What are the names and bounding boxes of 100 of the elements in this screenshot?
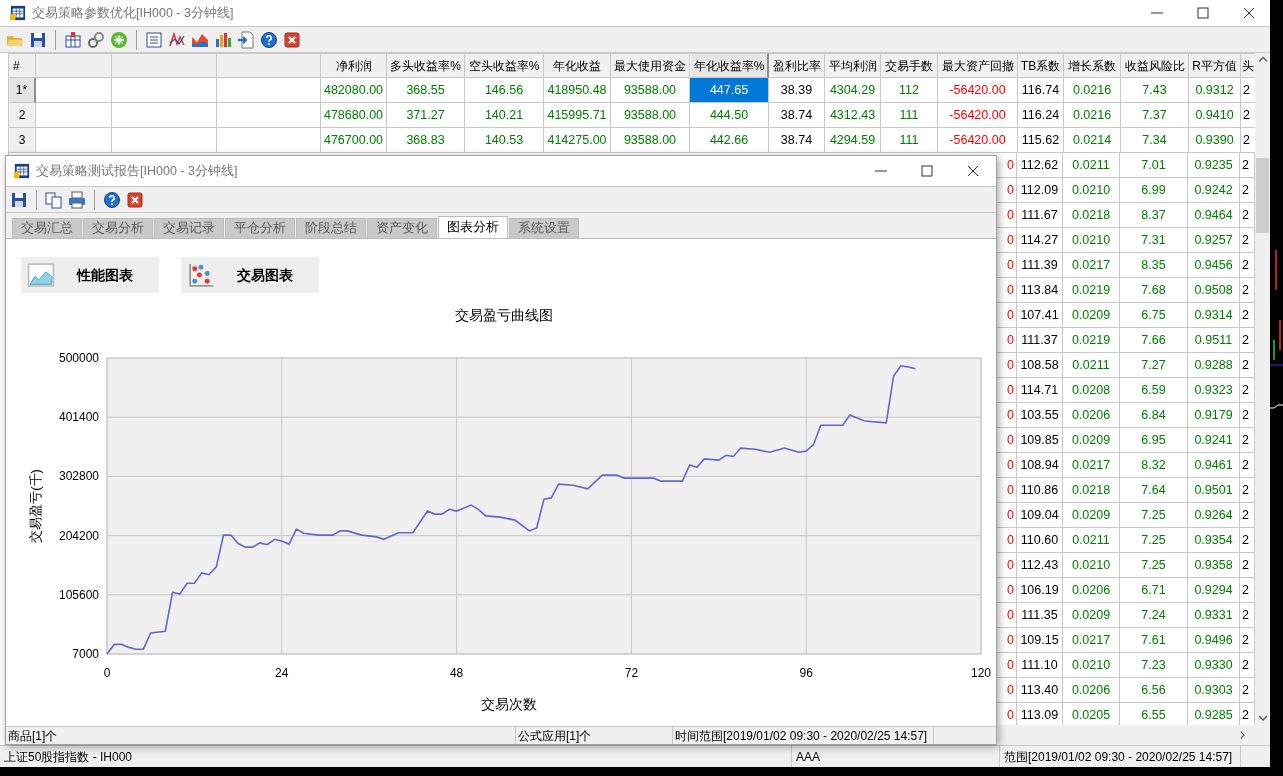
table-cell: 0 — [997, 203, 1017, 228]
table-cell: 7.66 — [1120, 328, 1188, 353]
line-chart-icon[interactable] — [168, 30, 186, 49]
column-header[interactable]: # — [9, 53, 36, 78]
tab[interactable]: 交易分析 — [83, 218, 153, 238]
column-header[interactable]: 交易手数 — [881, 53, 938, 78]
table-cell: 111.37 — [1017, 328, 1063, 353]
chart-button[interactable]: 性能图表 — [21, 257, 159, 293]
chart-button[interactable]: 交易图表 — [181, 257, 319, 293]
table-cell: 447.65 — [690, 78, 769, 103]
table-cell: 38.74 — [769, 128, 825, 153]
column-header[interactable]: 年化收益 — [544, 53, 611, 78]
table-cell: 0.0217 — [1063, 628, 1120, 653]
help-icon[interactable] — [103, 190, 121, 209]
column-header[interactable]: 空头收益率% — [465, 53, 544, 78]
save-icon[interactable] — [29, 30, 47, 49]
asterisk-icon[interactable] — [110, 30, 128, 49]
list-icon[interactable] — [145, 30, 163, 49]
table-cell: 0.9264 — [1188, 503, 1240, 528]
close-icon[interactable] — [126, 190, 144, 209]
table-cell: 0.0217 — [1063, 253, 1120, 278]
table-cell: 93588.00 — [611, 103, 690, 128]
axis-tick-label: 302800 — [58, 469, 99, 484]
column-header[interactable]: 增长系数 — [1064, 53, 1121, 78]
table-chart-icon[interactable] — [64, 30, 82, 49]
export-icon[interactable] — [237, 30, 255, 49]
table-cell: 2 — [1240, 428, 1255, 453]
table-cell: 111 — [881, 128, 938, 153]
table-cell: 38.74 — [769, 103, 825, 128]
maximize-icon[interactable] — [1194, 4, 1212, 22]
table-cell: 0.9242 — [1188, 178, 1240, 203]
table-cell: 0.0209 — [1063, 503, 1120, 528]
table-cell: 2 — [1240, 453, 1255, 478]
chain-link-icon[interactable] — [87, 30, 105, 49]
help-icon[interactable] — [260, 30, 278, 49]
table-cell: 112.43 — [1017, 553, 1063, 578]
tab[interactable]: 阶段总结 — [296, 218, 366, 238]
table-cell: 0.9235 — [1188, 153, 1240, 178]
tab[interactable]: 交易记录 — [154, 218, 224, 238]
copy-icon[interactable] — [45, 190, 63, 209]
scrollbar-thumb[interactable] — [1256, 158, 1269, 233]
bar-chart-icon[interactable] — [214, 30, 232, 49]
table-cell: 4304.29 — [825, 78, 881, 103]
status-text: 商品[1]个 — [6, 727, 516, 744]
tab[interactable]: 系统设置 — [509, 218, 579, 238]
table-cell: 0.9314 — [1188, 303, 1240, 328]
table-cell: 7.61 — [1120, 628, 1188, 653]
save-icon[interactable] — [10, 190, 28, 209]
tab[interactable]: 资产变化 — [367, 218, 437, 238]
table-cell: 112 — [881, 78, 938, 103]
table-cell: 140.53 — [465, 128, 544, 153]
table-cell: 109.04 — [1017, 503, 1063, 528]
area-chart-icon — [25, 261, 57, 289]
axis-tick-label: 401400 — [58, 410, 99, 425]
column-header[interactable]: 最大资产回撤 — [938, 53, 1018, 78]
table-cell: 2 — [1240, 478, 1255, 503]
table-cell: 415995.71 — [544, 103, 611, 128]
column-header[interactable]: R平方值 — [1189, 53, 1241, 78]
table-cell: 2 — [1240, 553, 1255, 578]
column-header[interactable]: 头 — [1241, 53, 1255, 78]
table-cell: 4312.43 — [825, 103, 881, 128]
table-cell: 6.84 — [1120, 403, 1188, 428]
column-header[interactable]: 平均利润 — [825, 53, 881, 78]
vertical-scrollbar[interactable] — [1255, 53, 1270, 725]
tab[interactable]: 图表分析 — [438, 216, 508, 238]
scroll-right-icon[interactable] — [1238, 728, 1248, 742]
column-header[interactable]: 年化收益率% — [690, 53, 769, 78]
column-header[interactable]: 收益风险比 — [1121, 53, 1189, 78]
table-cell: 7.23 — [1120, 653, 1188, 678]
table-cell: 0.0209 — [1063, 303, 1120, 328]
status-text: 上证50股指指数 - IH000 — [0, 746, 792, 767]
column-header[interactable]: TB系数 — [1018, 53, 1064, 78]
tab[interactable]: 平仓分析 — [225, 218, 295, 238]
table-cell: 0 — [997, 153, 1017, 178]
close-icon[interactable] — [283, 30, 301, 49]
table-cell: 0.9456 — [1188, 253, 1240, 278]
table-cell: 115.62 — [1018, 128, 1064, 153]
table-cell: 0.9331 — [1188, 603, 1240, 628]
horizontal-scrollbar[interactable] — [998, 725, 1270, 745]
table-cell: 2 — [1240, 178, 1255, 203]
tab[interactable]: 交易汇总 — [12, 218, 82, 238]
maximize-icon[interactable] — [918, 162, 936, 180]
table-cell: 0.0206 — [1063, 678, 1120, 703]
table-cell: 0.9288 — [1188, 353, 1240, 378]
table-cell: 112.62 — [1017, 153, 1063, 178]
table-cell: 0.0209 — [1063, 603, 1120, 628]
printer-icon[interactable] — [68, 190, 86, 209]
table-cell: 114.27 — [1017, 228, 1063, 253]
table-cell: 0.9303 — [1188, 678, 1240, 703]
column-header[interactable]: 净利润 — [321, 53, 387, 78]
column-header[interactable]: 多头收益率% — [387, 53, 465, 78]
table-cell: 111.35 — [1017, 603, 1063, 628]
column-header[interactable]: 盈利比率 — [769, 53, 825, 78]
column-header[interactable]: 最大使用资金 — [611, 53, 690, 78]
table-cell: 7.25 — [1120, 528, 1188, 553]
table-cell: 0.9179 — [1188, 403, 1240, 428]
table-cell: 0.0218 — [1063, 203, 1120, 228]
table-cell: 0.9501 — [1188, 478, 1240, 503]
table-cell: 2 — [1240, 328, 1255, 353]
table-cell: 4294.59 — [825, 128, 881, 153]
